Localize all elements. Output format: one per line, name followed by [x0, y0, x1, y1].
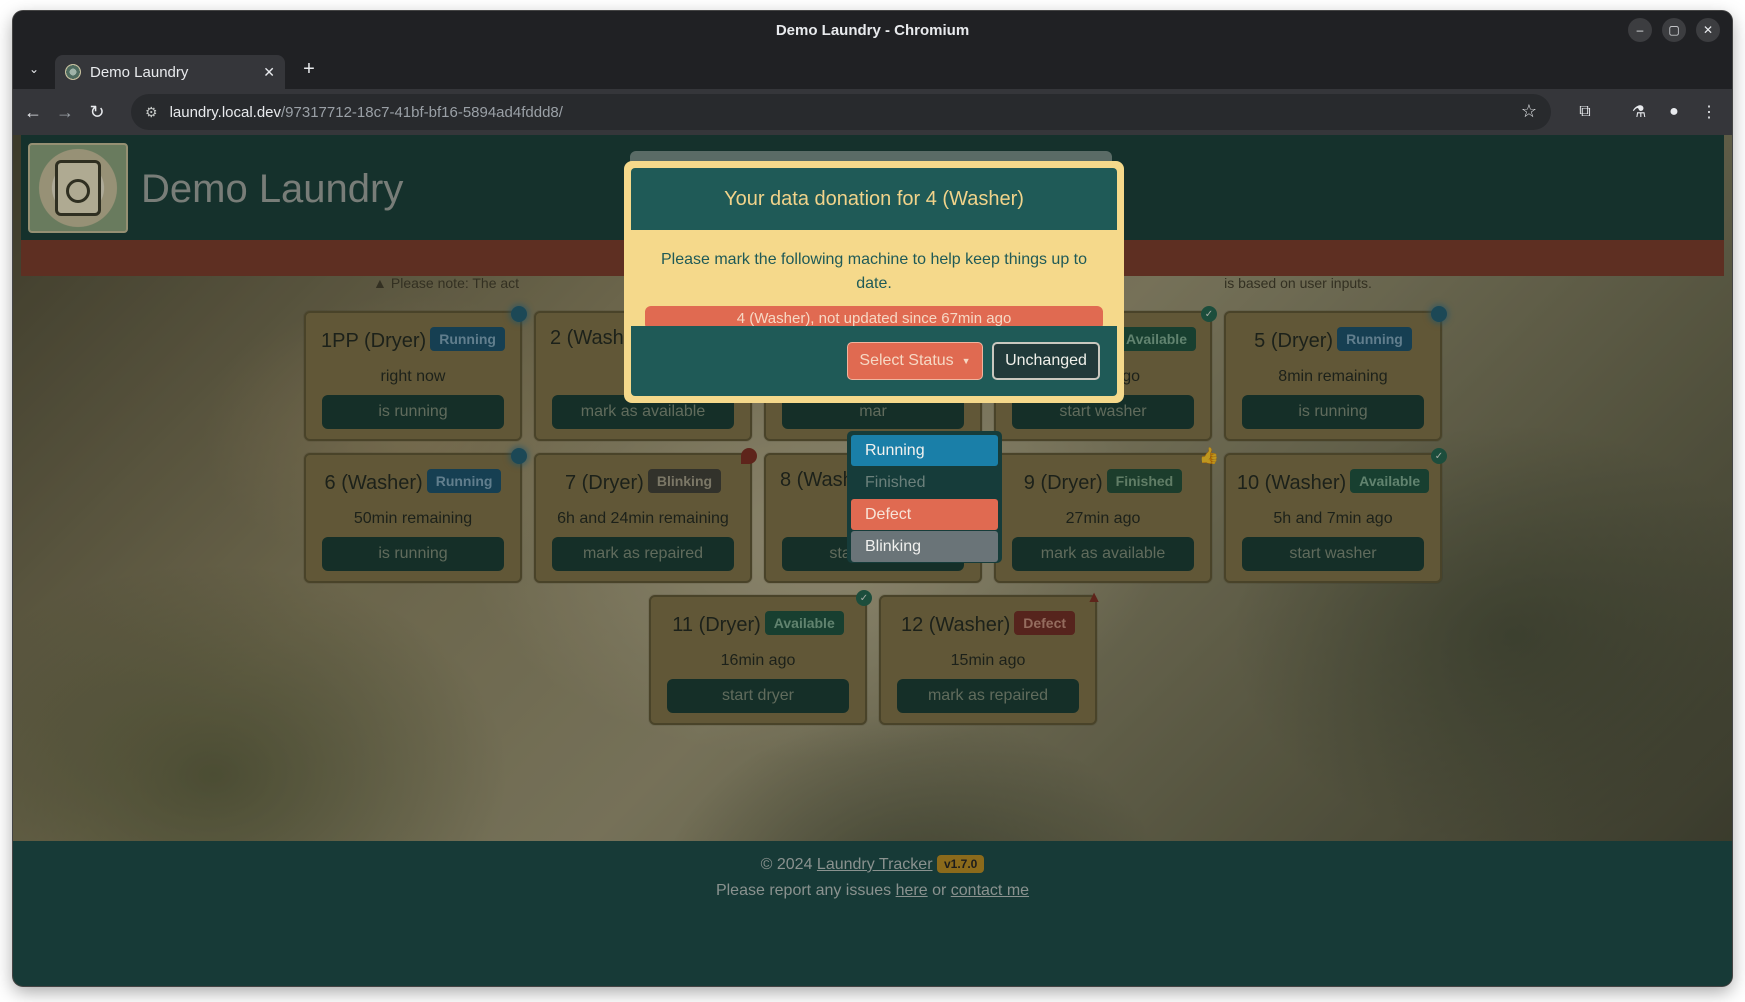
status-option-defect[interactable]: Defect — [851, 499, 998, 530]
extensions-icon[interactable]: ⧉ — [1573, 100, 1597, 124]
browser-window: Demo Laundry - Chromium – ▢ ✕ ⌄ Demo Lau… — [13, 11, 1732, 986]
labs-flask-icon[interactable]: ⚗ — [1627, 100, 1651, 124]
close-icon[interactable]: ✕ — [1696, 18, 1720, 42]
status-dropdown-menu: Running Finished Defect Blinking — [847, 431, 1002, 563]
menu-kebab-icon[interactable]: ⋮ — [1697, 100, 1721, 124]
page-footer: © 2024 Laundry Tracker v1.7.0 Please rep… — [13, 841, 1732, 986]
or-text: or — [932, 882, 947, 899]
site-info-icon[interactable]: ⚙ — [145, 104, 158, 121]
select-status-label: Select Status — [859, 352, 954, 369]
modal-footer: Select Status ▼ Unchanged — [631, 326, 1117, 396]
tab-search-icon[interactable]: ⌄ — [23, 58, 45, 80]
modal-header: Your data donation for 4 (Washer) — [631, 168, 1117, 230]
tab-title: Demo Laundry — [90, 63, 189, 81]
address-bar[interactable]: ⚙ laundry.local.dev/97317712-18c7-41bf-b… — [131, 94, 1551, 130]
title-bar: Demo Laundry - Chromium – ▢ ✕ — [13, 11, 1732, 49]
copyright-text: © 2024 — [760, 856, 813, 873]
back-icon[interactable]: ← — [21, 100, 45, 124]
window-title: Demo Laundry - Chromium — [775, 21, 970, 39]
profile-icon[interactable]: ● — [1662, 100, 1686, 124]
url-path: /97317712-18c7-41bf-bf16-5894ad4fddd8/ — [281, 103, 563, 121]
browser-toolbar: ← → ↻ ⚙ laundry.local.dev/97317712-18c7-… — [13, 89, 1732, 135]
minimize-icon[interactable]: – — [1628, 18, 1652, 42]
tab-demo-laundry[interactable]: Demo Laundry ✕ — [55, 55, 285, 89]
modal-title: Your data donation for 4 (Washer) — [724, 187, 1024, 210]
unchanged-button[interactable]: Unchanged — [992, 342, 1100, 380]
caret-down-icon: ▼ — [961, 356, 971, 366]
new-tab-icon[interactable]: + — [298, 58, 320, 80]
contact-link[interactable]: contact me — [951, 882, 1029, 899]
modal-text: Please mark the following machine to hel… — [660, 251, 1088, 292]
bookmark-star-icon[interactable]: ☆ — [1521, 101, 1537, 122]
tab-close-icon[interactable]: ✕ — [263, 64, 275, 81]
laundry-tracker-link[interactable]: Laundry Tracker — [817, 856, 933, 873]
footer-copyright-line: © 2024 Laundry Tracker v1.7.0 — [13, 855, 1732, 874]
status-option-blinking[interactable]: Blinking — [851, 531, 998, 562]
favicon-icon — [65, 64, 81, 80]
footer-report-line: Please report any issues here or contact… — [13, 882, 1732, 900]
select-status-button[interactable]: Select Status ▼ — [847, 342, 983, 380]
data-donation-modal: Your data donation for 4 (Washer) Please… — [624, 161, 1124, 403]
maximize-icon[interactable]: ▢ — [1662, 18, 1686, 42]
page-viewport: Demo Laundry ▲ Please note: The act is bas… — [13, 135, 1732, 986]
reload-icon[interactable]: ↻ — [85, 100, 109, 124]
url-host: laundry.local.dev — [169, 103, 282, 121]
forward-icon[interactable]: → — [53, 100, 77, 124]
version-badge: v1.7.0 — [936, 855, 985, 873]
report-text: Please report any issues — [715, 882, 892, 899]
here-link[interactable]: here — [896, 882, 928, 899]
status-option-finished[interactable]: Finished — [851, 467, 998, 498]
window-controls: – ▢ ✕ — [1628, 18, 1720, 42]
tab-strip: ⌄ Demo Laundry ✕ + — [13, 49, 1732, 89]
status-option-running[interactable]: Running — [851, 435, 998, 466]
